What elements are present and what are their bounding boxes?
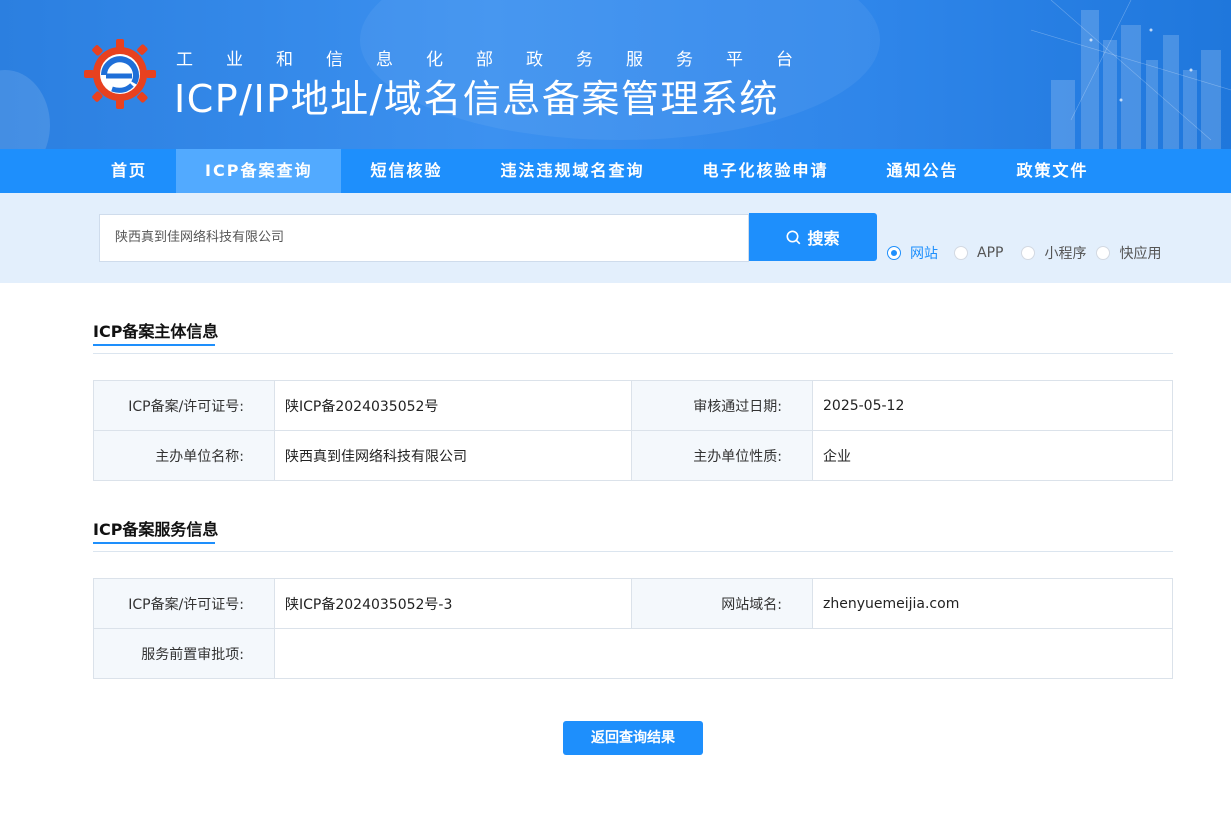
- table-value: [274, 628, 1173, 679]
- service-section-title-text: ICP备案服务信息: [93, 520, 219, 539]
- radio-app[interactable]: APP: [954, 245, 1003, 261]
- table-row: ICP备案/许可证号: 陕ICP备2024035052号 审核通过日期: 202…: [93, 380, 1173, 431]
- radio-mini-program[interactable]: 小程序: [1021, 243, 1086, 263]
- radio-dot: [1096, 246, 1111, 260]
- radio-quick-app[interactable]: 快应用: [1096, 243, 1161, 263]
- table-row: ICP备案/许可证号: 陕ICP备2024035052号-3 网站域名: zhe…: [93, 578, 1173, 629]
- subject-section-title-text: ICP备案主体信息: [93, 322, 219, 341]
- table-value: 企业: [812, 430, 1173, 481]
- nav-item-policy-docs[interactable]: 政策文件: [988, 149, 1118, 193]
- table-key: 审核通过日期:: [631, 380, 813, 431]
- nav-item-notices[interactable]: 通知公告: [858, 149, 988, 193]
- search-button[interactable]: 搜索: [749, 213, 877, 261]
- table-value: zhenyuemeijia.com: [812, 578, 1173, 629]
- main-nav: 首页 ICP备案查询 短信核验 违法违规域名查询 电子化核验申请 通知公告 政策…: [0, 149, 1231, 193]
- search-icon: [786, 230, 801, 244]
- table-value: 2025-05-12: [812, 380, 1173, 431]
- table-key: 主办单位性质:: [631, 430, 813, 481]
- nav-item-sms-verify[interactable]: 短信核验: [341, 149, 471, 193]
- table-key: ICP备案/许可证号:: [93, 380, 275, 431]
- table-row: 服务前置审批项:: [93, 628, 1173, 679]
- city-skyline-illustration: [1031, 0, 1231, 149]
- nav-item-home[interactable]: 首页: [82, 149, 176, 193]
- service-info-table: ICP备案/许可证号: 陕ICP备2024035052号-3 网站域名: zhe…: [93, 578, 1173, 679]
- radio-dot: [1021, 246, 1036, 260]
- table-key: ICP备案/许可证号:: [93, 578, 275, 629]
- section-divider: [93, 551, 1173, 552]
- radio-website[interactable]: 网站: [887, 243, 938, 263]
- table-key: 服务前置审批项:: [93, 628, 275, 679]
- radio-label: 快应用: [1119, 246, 1162, 262]
- radio-label: 网站: [910, 246, 938, 262]
- radio-dot: [887, 246, 901, 260]
- platform-subtitle: 工业和信息化部政务服务平台: [176, 50, 826, 70]
- radio-label: 小程序: [1044, 246, 1087, 262]
- search-type-radio-group: 网站 APP 小程序 快应用: [887, 243, 1171, 263]
- back-to-results-button[interactable]: 返回查询结果: [563, 721, 703, 755]
- table-value: 陕ICP备2024035052号: [274, 380, 632, 431]
- table-row: 主办单位名称: 陕西真到佳网络科技有限公司 主办单位性质: 企业: [93, 430, 1173, 481]
- search-input[interactable]: 陕西真到佳网络科技有限公司: [99, 214, 749, 262]
- search-area: 陕西真到佳网络科技有限公司 搜索 网站 APP 小程序 快应用: [0, 193, 1231, 283]
- system-title: ICP/IP地址/域名信息备案管理系统: [174, 77, 779, 121]
- section-title-underline: [93, 344, 215, 346]
- table-value: 陕西真到佳网络科技有限公司: [274, 430, 632, 481]
- radio-label: APP: [977, 245, 1004, 261]
- nav-item-e-verify-apply[interactable]: 电子化核验申请: [673, 149, 857, 193]
- radio-dot: [954, 246, 968, 260]
- subject-info-table: ICP备案/许可证号: 陕ICP备2024035052号 审核通过日期: 202…: [93, 380, 1173, 481]
- header-banner: 工业和信息化部政务服务平台 ICP/IP地址/域名信息备案管理系统: [0, 0, 1231, 149]
- table-key: 网站域名:: [631, 578, 813, 629]
- search-button-label: 搜索: [807, 229, 840, 248]
- service-section-title: ICP备案服务信息: [93, 516, 219, 544]
- subject-section-title: ICP备案主体信息: [93, 318, 219, 346]
- section-title-underline: [93, 542, 215, 544]
- nav-item-illegal-domain-query[interactable]: 违法违规域名查询: [471, 149, 673, 193]
- table-value: 陕ICP备2024035052号-3: [274, 578, 632, 629]
- section-divider: [93, 353, 1173, 354]
- table-key: 主办单位名称:: [93, 430, 275, 481]
- miit-logo-icon: [84, 39, 156, 109]
- nav-item-icp-query[interactable]: ICP备案查询: [176, 149, 342, 193]
